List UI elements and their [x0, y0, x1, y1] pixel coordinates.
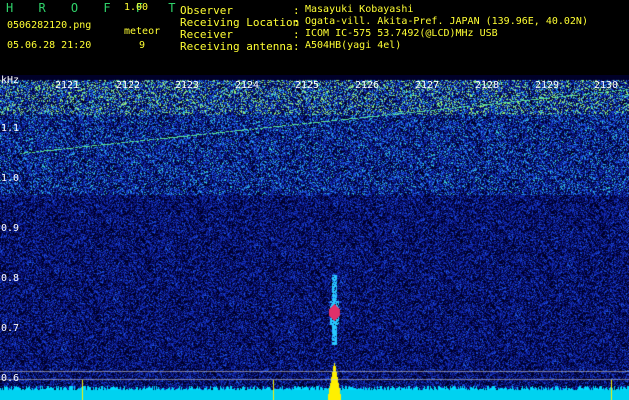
location-value: Ogata-vill. Akita-Pref. JAPAN (139.96E, …: [305, 16, 588, 27]
minute-label: 2125: [295, 80, 320, 91]
date-time: 05.06.28 21:20: [7, 40, 92, 51]
minute-label: 2121: [55, 80, 80, 91]
minute-label: 2123: [175, 80, 200, 91]
location-label: Receiving Location: [180, 16, 300, 29]
minute-label: 2128: [475, 80, 500, 91]
antenna-value: A504HB(yagi 4el): [305, 40, 402, 51]
program-version: 1.00: [124, 2, 149, 13]
antenna-sep: :: [293, 40, 300, 53]
meteor-count: 9: [139, 40, 146, 51]
y-tick-label: 0.9: [1, 223, 20, 234]
antenna-label: Receiving antenna: [180, 40, 293, 53]
minute-label: 2130: [594, 80, 619, 91]
y-tick-label: 1.1: [1, 123, 20, 134]
y-tick-label: 0.6: [1, 373, 20, 384]
y-axis-unit: kHz: [1, 75, 20, 86]
file-name: 0506282120.png: [7, 20, 92, 31]
minute-label: 2127: [415, 80, 440, 91]
minute-label: 2129: [535, 80, 560, 91]
minute-label: 2126: [355, 80, 380, 91]
y-tick-label: 1.0: [1, 173, 20, 184]
observer-value: Masayuki Kobayashi: [305, 4, 414, 15]
receiver-value: ICOM IC-575 53.7492(@LCD)MHz USB: [305, 28, 498, 39]
minute-label: 2122: [116, 80, 141, 91]
y-tick-label: 0.7: [1, 323, 20, 334]
meteor-label: meteor: [124, 26, 161, 37]
header-panel: H R O F F T 1.00 0506282120.png meteor 9…: [0, 0, 629, 75]
receiver-label: Receiver: [180, 28, 233, 41]
spectrogram-canvas: [0, 75, 629, 400]
y-tick-label: 0.8: [1, 273, 20, 284]
program-title: H R O F F T: [6, 1, 185, 15]
receiver-sep: :: [293, 28, 300, 41]
observer-sep: :: [293, 4, 300, 17]
minute-label: 2124: [235, 80, 260, 91]
observer-label: Observer: [180, 4, 233, 17]
location-sep: :: [293, 16, 300, 29]
